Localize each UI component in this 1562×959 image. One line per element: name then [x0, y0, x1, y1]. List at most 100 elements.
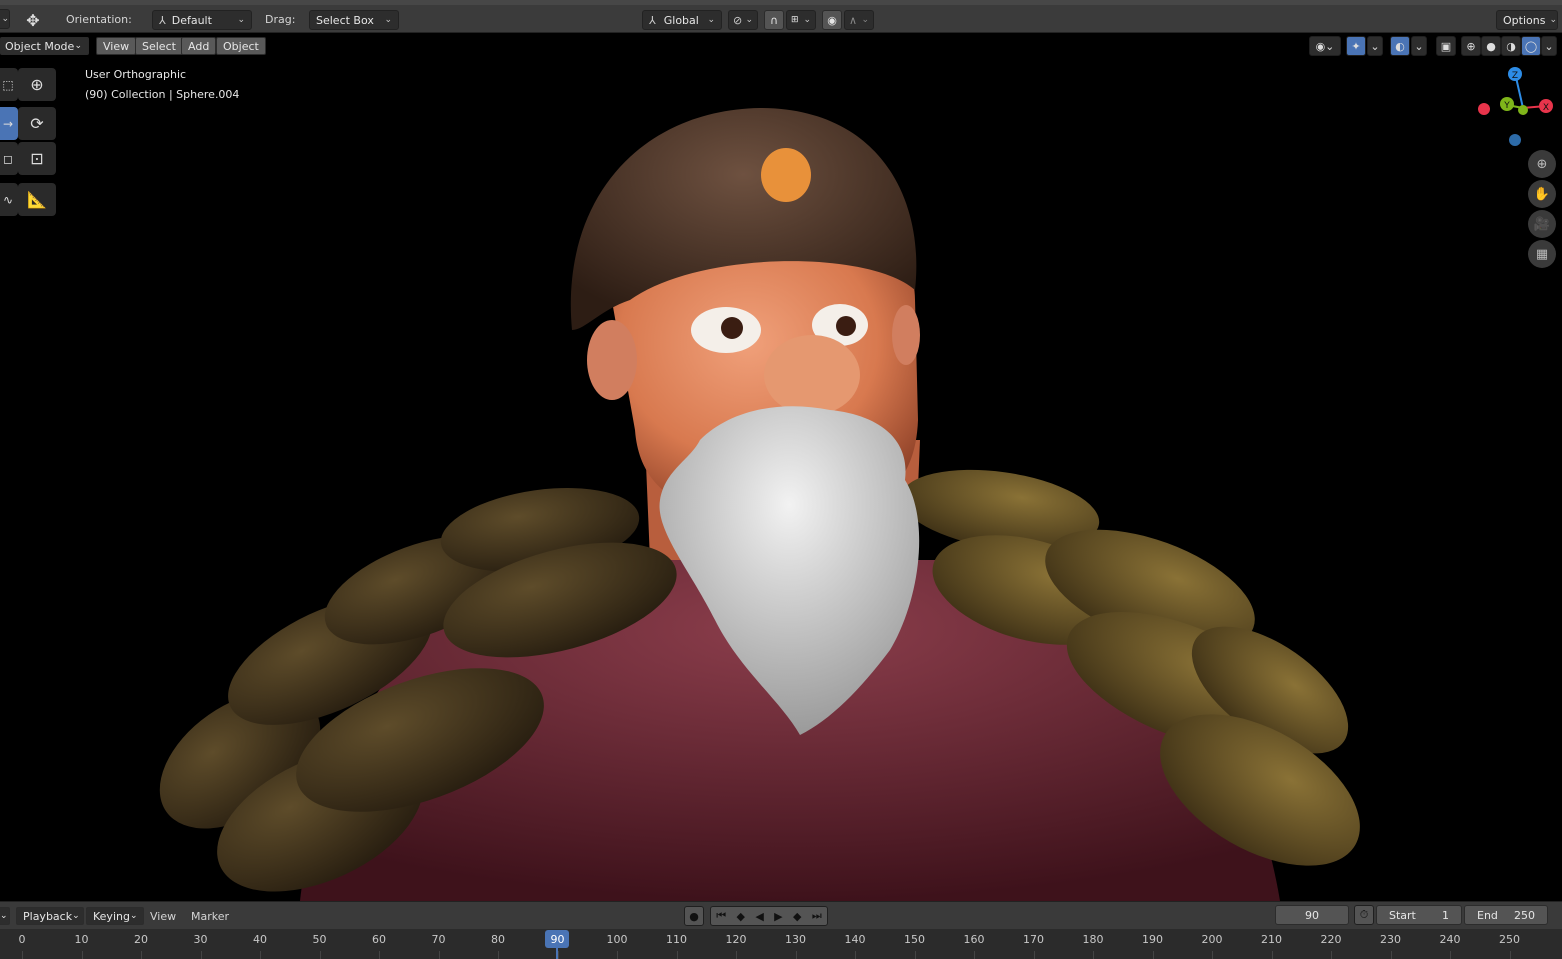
- solid-shading[interactable]: ●: [1481, 36, 1501, 56]
- record-icon: ●: [689, 909, 699, 923]
- jump-end-icon[interactable]: ⏭: [812, 909, 822, 923]
- pivot-icon: ⊘: [733, 13, 743, 27]
- drag-dropdown[interactable]: Select Box ⌄: [309, 10, 399, 30]
- move-icon: →: [2, 116, 14, 131]
- scale-tool[interactable]: ◻: [0, 142, 18, 175]
- chevron-down-icon: ⌄: [745, 15, 753, 25]
- marker-menu[interactable]: Marker: [191, 910, 229, 923]
- gizmo-toggle[interactable]: ✦: [1346, 36, 1366, 56]
- ruler-tick-line: [1152, 951, 1154, 959]
- svg-text:Z: Z: [1512, 71, 1518, 81]
- ruler-tick-label: 60: [372, 933, 386, 946]
- view-name: User Orthographic: [85, 68, 187, 81]
- add-menu[interactable]: Add: [181, 37, 217, 55]
- select-box-icon: ⬚: [2, 77, 14, 92]
- ruler-tick-line: [1450, 951, 1451, 959]
- ruler-tick-line: [498, 951, 499, 959]
- xray-toggle[interactable]: ▣: [1436, 36, 1456, 56]
- measure-tool[interactable]: 📐: [18, 183, 56, 216]
- ruler-tick-label: 0: [18, 933, 26, 946]
- 3d-viewport[interactable]: User Orthographic (90) Collection | Sphe…: [0, 58, 1562, 901]
- svg-text:X: X: [1543, 103, 1549, 113]
- ruler-tick-line: [200, 951, 202, 959]
- mode-dropdown[interactable]: Object Mode ⌄: [0, 37, 89, 55]
- prev-keyframe-icon[interactable]: ◆: [736, 910, 744, 923]
- playback-menu[interactable]: Playback ⌄: [16, 907, 84, 925]
- start-frame-field[interactable]: Start 1: [1376, 905, 1462, 925]
- current-frame-field[interactable]: 90: [1275, 905, 1349, 925]
- end-frame-field[interactable]: End 250: [1464, 905, 1548, 925]
- chevron-down-icon: ⌄: [1370, 39, 1380, 53]
- proportional-editing-toggle[interactable]: ◉: [822, 10, 842, 30]
- options-dropdown[interactable]: Options ⌄: [1496, 10, 1558, 30]
- ruler-tick-label: 20: [134, 933, 148, 946]
- shading-dropdown[interactable]: ⌄: [1541, 36, 1557, 56]
- select-menu[interactable]: Select: [135, 37, 183, 55]
- view-menu-label: View: [103, 39, 130, 53]
- gizmo-neg-x-axis: [1478, 103, 1490, 115]
- scale-icon: ◻: [3, 151, 13, 166]
- gizmo-neg-z-axis: [1509, 134, 1521, 146]
- gizmo-dropdown[interactable]: ⌄: [1367, 36, 1383, 56]
- play-reverse-icon[interactable]: ◀: [755, 910, 763, 923]
- select-box-tool[interactable]: ⬚: [0, 68, 18, 101]
- overlays-dropdown[interactable]: ⌄: [1411, 36, 1427, 56]
- transform-icon: ⊡: [30, 149, 44, 168]
- ruler-tick-label: 50: [312, 933, 327, 946]
- record-button[interactable]: ●: [684, 906, 704, 926]
- wireframe-shading[interactable]: ⊕: [1461, 36, 1481, 56]
- ruler-tick-label: 240: [1439, 933, 1461, 946]
- keying-menu[interactable]: Keying ⌄: [86, 907, 144, 925]
- visibility-dropdown[interactable]: ◉⌄: [1309, 36, 1341, 56]
- annotate-tool[interactable]: ∿: [0, 183, 18, 216]
- orientation-dropdown[interactable]: ⅄ Default ⌄: [152, 10, 252, 30]
- playback-controls: ⏮ ◆ ◀ ▶ ◆ ⏭: [710, 906, 828, 926]
- ruler-tick-label: 150: [904, 933, 925, 946]
- chevron-down-icon: ⌄: [74, 41, 82, 51]
- pivot-point-dropdown[interactable]: ⊘ ⌄: [728, 10, 758, 30]
- right-ear: [892, 305, 920, 365]
- perspective-toggle-button[interactable]: ▦: [1528, 240, 1556, 268]
- camera-view-button[interactable]: 🎥: [1528, 210, 1556, 238]
- ruler-tick-line: [141, 951, 142, 959]
- jump-start-icon[interactable]: ⏮: [716, 909, 726, 923]
- global-axes-icon: ⅄: [649, 13, 656, 27]
- end-label: End: [1477, 908, 1498, 922]
- cursor-tool[interactable]: ⊕: [18, 68, 56, 101]
- transform-orientation-dropdown[interactable]: ⅄ Global ⌄: [642, 10, 722, 30]
- chevron-down-icon: ⌄: [1544, 39, 1554, 53]
- rotate-tool[interactable]: ⟳: [18, 107, 56, 140]
- zoom-button[interactable]: ⊕: [1528, 150, 1556, 178]
- preview-range-toggle[interactable]: ⏱: [1354, 905, 1374, 925]
- navigation-gizmo[interactable]: Z X Y: [1472, 64, 1562, 154]
- object-menu[interactable]: Object: [216, 37, 266, 55]
- ruler-tick-line: [914, 951, 916, 959]
- timeline-view-menu[interactable]: View: [150, 910, 176, 923]
- viewport-header: Object Mode ⌄ View Select Add Object ◉⌄ …: [0, 34, 1562, 58]
- ruler-tick-label: 40: [253, 933, 267, 946]
- snap-target-dropdown[interactable]: ⊞ ⌄: [786, 10, 816, 30]
- editor-type-dropdown[interactable]: ⌄: [0, 907, 10, 925]
- keying-label: Keying: [93, 909, 130, 923]
- falloff-dropdown[interactable]: ∧ ⌄: [844, 10, 874, 30]
- gizmo-icon: ✦: [1351, 39, 1361, 53]
- ruler-tick-label: 160: [963, 933, 985, 946]
- overlays-toggle[interactable]: ◐: [1390, 36, 1410, 56]
- move-tool[interactable]: →: [0, 107, 18, 140]
- next-keyframe-icon[interactable]: ◆: [793, 910, 801, 923]
- pan-button[interactable]: ✋: [1528, 180, 1556, 208]
- ruler-tick-label: 170: [1023, 933, 1044, 946]
- material-shading[interactable]: ◑: [1501, 36, 1521, 56]
- move-tool-icon[interactable]: ✥: [20, 8, 46, 32]
- snap-toggle[interactable]: ∩: [764, 10, 784, 30]
- play-icon[interactable]: ▶: [774, 910, 782, 923]
- chevron-down-icon: ⌄: [129, 911, 138, 921]
- ruler-tick-line: [379, 951, 380, 959]
- tool-settings-dropdown[interactable]: ⌄: [0, 9, 10, 29]
- transform-tool[interactable]: ⊡: [18, 142, 56, 175]
- view-menu[interactable]: View: [96, 37, 137, 55]
- rendered-shading[interactable]: ◯: [1521, 36, 1541, 56]
- ruler-tick-label: 190: [1142, 933, 1163, 946]
- timeline-ruler[interactable]: 0 10 20 30 40 50 60 70 80 90 100 110 120 130 140 150 160…: [0, 929, 1562, 959]
- chevron-down-icon: ⌄: [707, 15, 715, 25]
